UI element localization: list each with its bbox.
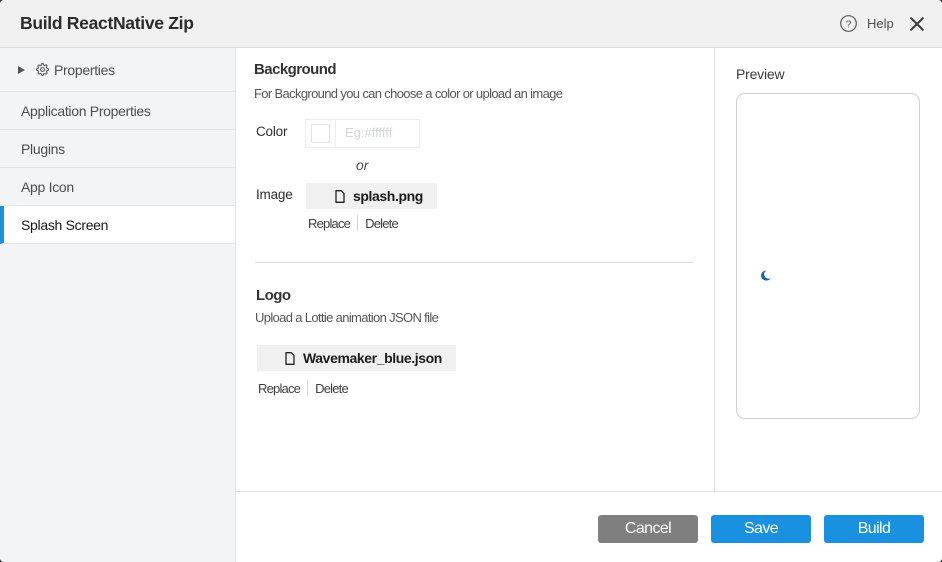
svg-text:?: ?	[846, 19, 852, 31]
